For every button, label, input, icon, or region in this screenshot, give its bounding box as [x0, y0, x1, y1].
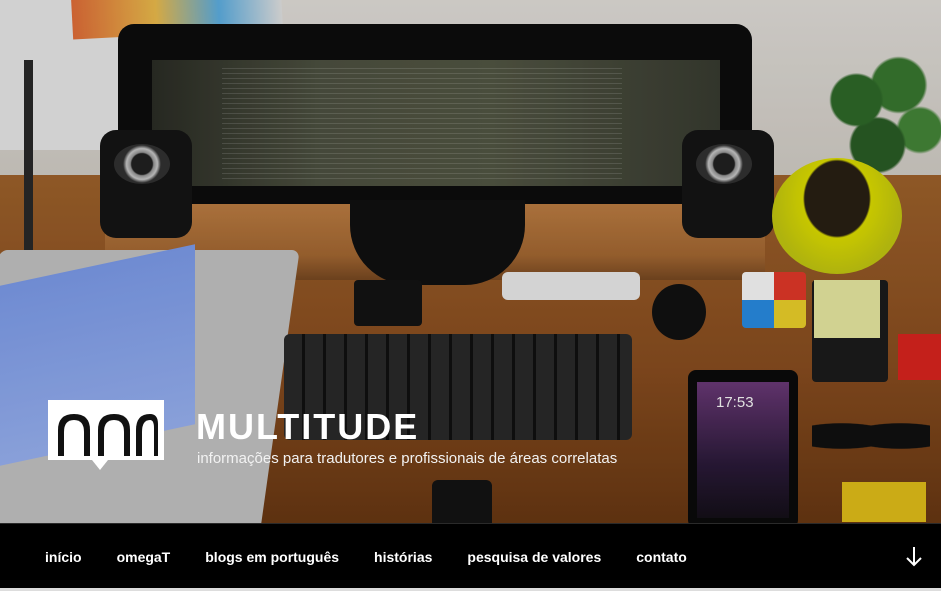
nav-item-pesquisa[interactable]: pesquisa de valores	[467, 549, 601, 565]
nav-menu: início omegaT blogs em português históri…	[45, 549, 722, 565]
site-title[interactable]: MULTITUDE	[196, 406, 419, 448]
nav-item-inicio[interactable]: início	[45, 549, 82, 565]
site-description: informações para tradutores e profission…	[197, 450, 618, 467]
nav-item-historias[interactable]: histórias	[374, 549, 432, 565]
nav-item-omegat[interactable]: omegaT	[117, 549, 171, 565]
site-logo-icon[interactable]	[48, 400, 164, 470]
nav-item-contato[interactable]: contato	[636, 549, 687, 565]
main-navigation: início omegaT blogs em português históri…	[0, 523, 941, 591]
nav-item-blogs[interactable]: blogs em português	[205, 549, 339, 565]
arrow-down-icon[interactable]	[904, 545, 924, 569]
